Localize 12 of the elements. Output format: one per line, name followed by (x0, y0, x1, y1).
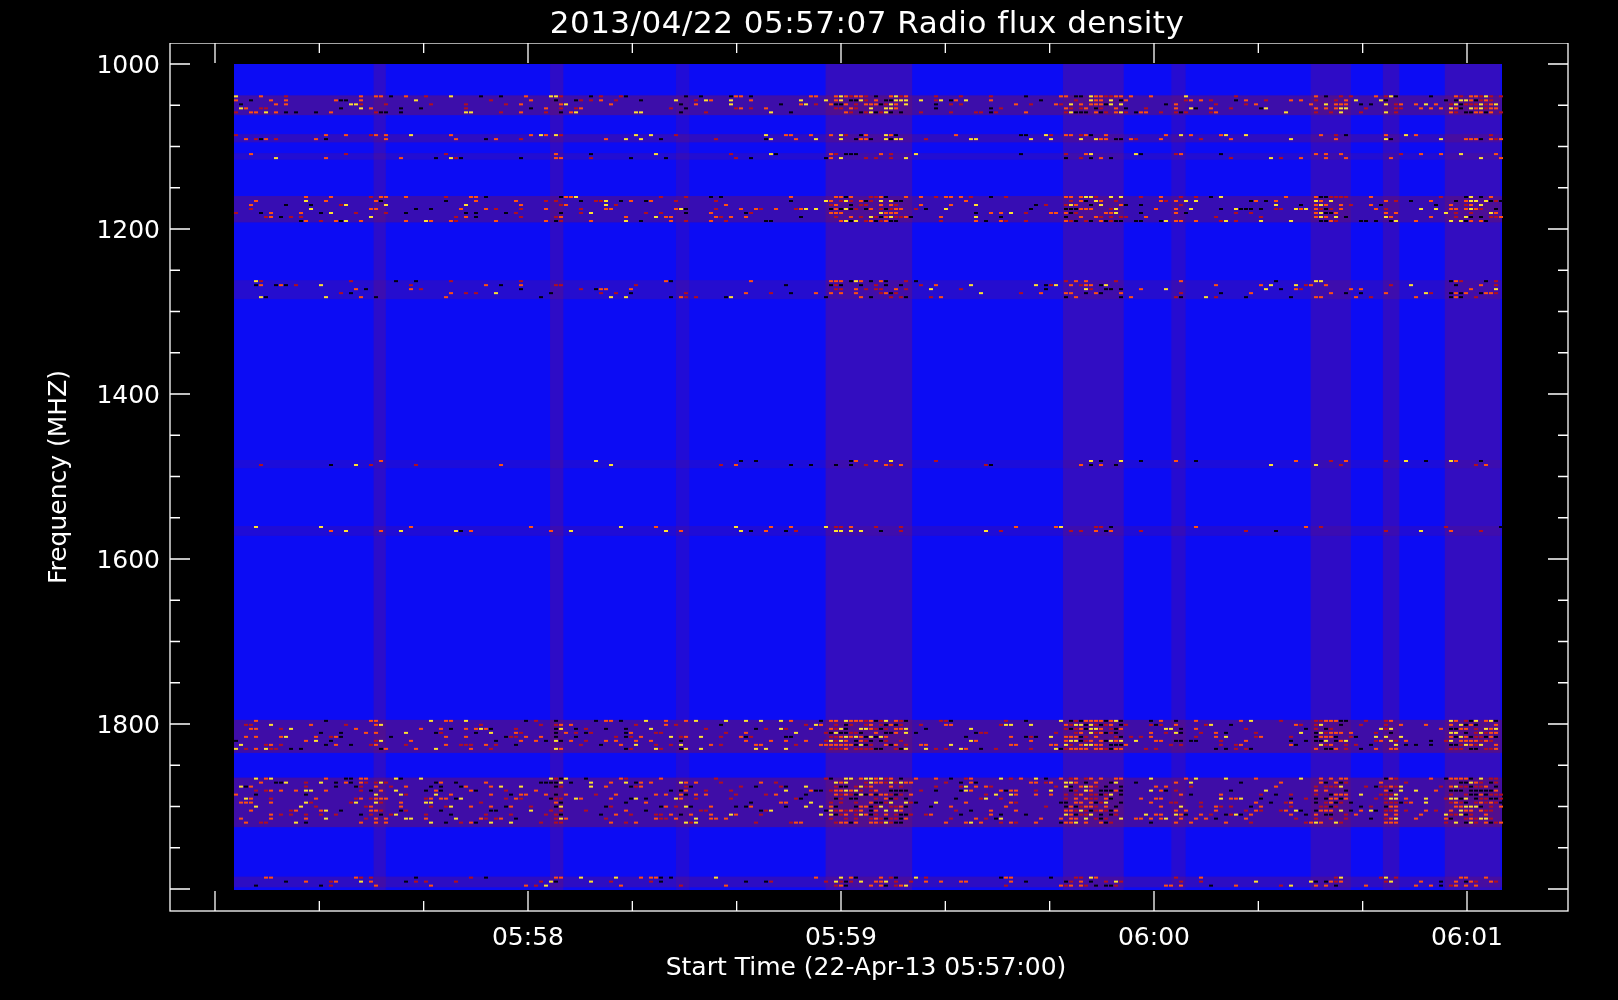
chart-title: 2013/04/22 05:57:07 Radio flux density (549, 3, 1185, 40)
axis-tick-label: 1000 (96, 50, 160, 79)
axis-tick-label: 1600 (96, 545, 160, 574)
axis-title: Frequency (MHZ) (43, 369, 72, 585)
axis-tick-label: 1200 (96, 215, 160, 244)
axis-tick-label: 1800 (96, 710, 160, 739)
axis-tick-label: 06:01 (1431, 922, 1503, 951)
axis-tick-label: 1400 (96, 380, 160, 409)
axis-tick-label: 05:59 (805, 922, 877, 951)
axis-title: Start Time (22-Apr-13 05:57:00) (665, 952, 1067, 981)
axis-tick-label: 06:00 (1118, 922, 1190, 951)
axis-tick-label: 05:58 (492, 922, 564, 951)
